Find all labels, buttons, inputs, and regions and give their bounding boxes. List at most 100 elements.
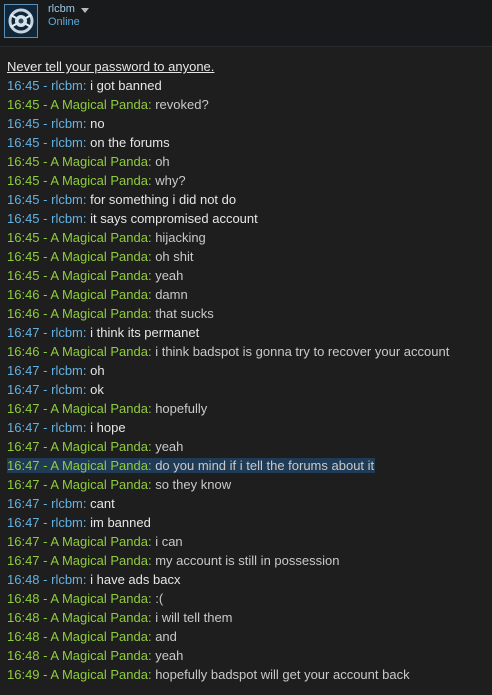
message-text: i have ads bacx (90, 572, 181, 587)
message-separator: - (39, 610, 51, 625)
message-sender: A Magical Panda (50, 534, 148, 549)
message-separator: - (39, 211, 52, 226)
message-sender: A Magical Panda (50, 667, 148, 682)
message-separator: - (39, 78, 52, 93)
chat-message: 16:45 - A Magical Panda: hijacking (0, 228, 492, 247)
message-text: it says compromised account (90, 211, 258, 226)
message-timestamp: 16:48 (7, 629, 40, 644)
message-sender: A Magical Panda (50, 439, 148, 454)
chat-message-line: 16:45 - A Magical Panda: oh (7, 154, 171, 169)
message-timestamp: 16:47 (7, 477, 40, 492)
chat-message-line: 16:47 - A Magical Panda: my account is s… (7, 553, 340, 568)
chat-message: 16:47 - A Magical Panda: my account is s… (0, 551, 492, 570)
message-separator: - (39, 458, 51, 473)
message-separator: - (39, 173, 51, 188)
chat-message: 16:45 - A Magical Panda: why? (0, 171, 492, 190)
message-text: i think its permanet (90, 325, 200, 340)
user-name[interactable]: rlcbm (48, 3, 75, 15)
chat-message-line: 16:45 - rlcbm: no (7, 116, 106, 131)
chat-message: 16:46 - A Magical Panda: i think badspot… (0, 342, 492, 361)
chat-message: 16:47 - A Magical Panda: hopefully (0, 399, 492, 418)
message-text: i hope (90, 420, 126, 435)
user-status: Online (48, 16, 80, 28)
message-text: hijacking (155, 230, 206, 245)
chat-message-line: 16:46 - A Magical Panda: i think badspot… (7, 344, 450, 359)
message-separator: - (39, 401, 51, 416)
message-separator: - (39, 230, 51, 245)
message-text: that sucks (155, 306, 214, 321)
message-timestamp: 16:45 (7, 135, 40, 150)
chat-message-line: 16:45 - A Magical Panda: revoked? (7, 97, 210, 112)
message-sender: rlcbm (51, 572, 83, 587)
message-text: so they know (155, 477, 232, 492)
message-separator: - (39, 591, 51, 606)
chat-header: rlcbm Online (0, 0, 492, 47)
chat-message: 16:47 - rlcbm: oh (0, 361, 492, 380)
message-text: oh shit (155, 249, 194, 264)
chat-message: 16:45 - rlcbm: i got banned (0, 76, 492, 95)
message-sender: A Magical Panda (50, 344, 148, 359)
chat-message-line: 16:48 - A Magical Panda: i will tell the… (7, 610, 234, 625)
message-sender: A Magical Panda (50, 591, 148, 606)
message-timestamp: 16:47 (7, 401, 40, 416)
message-separator: - (39, 192, 52, 207)
message-timestamp: 16:45 (7, 173, 40, 188)
message-separator: - (39, 629, 51, 644)
chat-message-line: 16:45 - rlcbm: on the forums (7, 135, 171, 150)
message-text: i think badspot is gonna try to recover … (155, 344, 450, 359)
chat-message: 16:48 - A Magical Panda: yeah (0, 646, 492, 665)
chat-message: 16:47 - A Magical Panda: yeah (0, 437, 492, 456)
message-timestamp: 16:45 (7, 97, 40, 112)
message-sender: A Magical Panda (50, 306, 148, 321)
message-text: :( (155, 591, 164, 606)
message-timestamp: 16:47 (7, 534, 40, 549)
message-timestamp: 16:47 (7, 382, 40, 397)
message-timestamp: 16:47 (7, 325, 40, 340)
message-text: no (90, 116, 105, 131)
message-separator: - (39, 382, 52, 397)
message-text: ok (90, 382, 104, 397)
message-timestamp: 16:47 (7, 496, 40, 511)
chevron-down-icon[interactable] (81, 8, 89, 13)
chat-message: 16:47 - rlcbm: i think its permanet (0, 323, 492, 342)
chat-message: 16:45 - rlcbm: for something i did not d… (0, 190, 492, 209)
message-sender: A Magical Panda (50, 154, 148, 169)
message-separator: - (39, 116, 52, 131)
chat-message: 16:45 - A Magical Panda: oh shit (0, 247, 492, 266)
message-text: do you mind if i tell the forums about i… (155, 458, 375, 473)
message-separator: - (39, 363, 52, 378)
chat-message-line: 16:48 - A Magical Panda: and (7, 629, 178, 644)
message-sender: rlcbm (51, 116, 83, 131)
message-text: revoked? (155, 97, 209, 112)
message-sender: rlcbm (51, 420, 83, 435)
message-sender: A Magical Panda (50, 401, 148, 416)
message-separator: - (39, 420, 52, 435)
message-sender: rlcbm (51, 211, 83, 226)
message-separator: - (39, 135, 52, 150)
message-sender: A Magical Panda (50, 553, 148, 568)
message-timestamp: 16:45 (7, 268, 40, 283)
message-text: hopefully (155, 401, 208, 416)
chat-message: 16:47 - rlcbm: im banned (0, 513, 492, 532)
chat-message: 16:48 - rlcbm: i have ads bacx (0, 570, 492, 589)
message-text: i got banned (90, 78, 162, 93)
avatar[interactable] (4, 4, 38, 38)
message-text: my account is still in possession (155, 553, 340, 568)
message-separator: - (39, 667, 51, 682)
chat-message-line: 16:45 - A Magical Panda: hijacking (7, 230, 207, 245)
message-timestamp: 16:48 (7, 610, 40, 625)
message-sender: rlcbm (51, 135, 83, 150)
chat-message-line: 16:45 - rlcbm: for something i did not d… (7, 192, 237, 207)
message-sender: rlcbm (51, 325, 83, 340)
message-sender: rlcbm (51, 382, 83, 397)
message-timestamp: 16:46 (7, 344, 40, 359)
message-separator: - (39, 439, 51, 454)
message-separator: - (39, 287, 51, 302)
message-timestamp: 16:47 (7, 439, 40, 454)
chat-message-line: 16:47 - rlcbm: im banned (7, 515, 152, 530)
chat-message: 16:48 - A Magical Panda: and (0, 627, 492, 646)
chat-message-line: 16:47 - rlcbm: i hope (7, 420, 127, 435)
chat-message: 16:45 - rlcbm: it says compromised accou… (0, 209, 492, 228)
message-separator: - (39, 268, 51, 283)
chat-message-line: 16:45 - A Magical Panda: oh shit (7, 249, 195, 264)
